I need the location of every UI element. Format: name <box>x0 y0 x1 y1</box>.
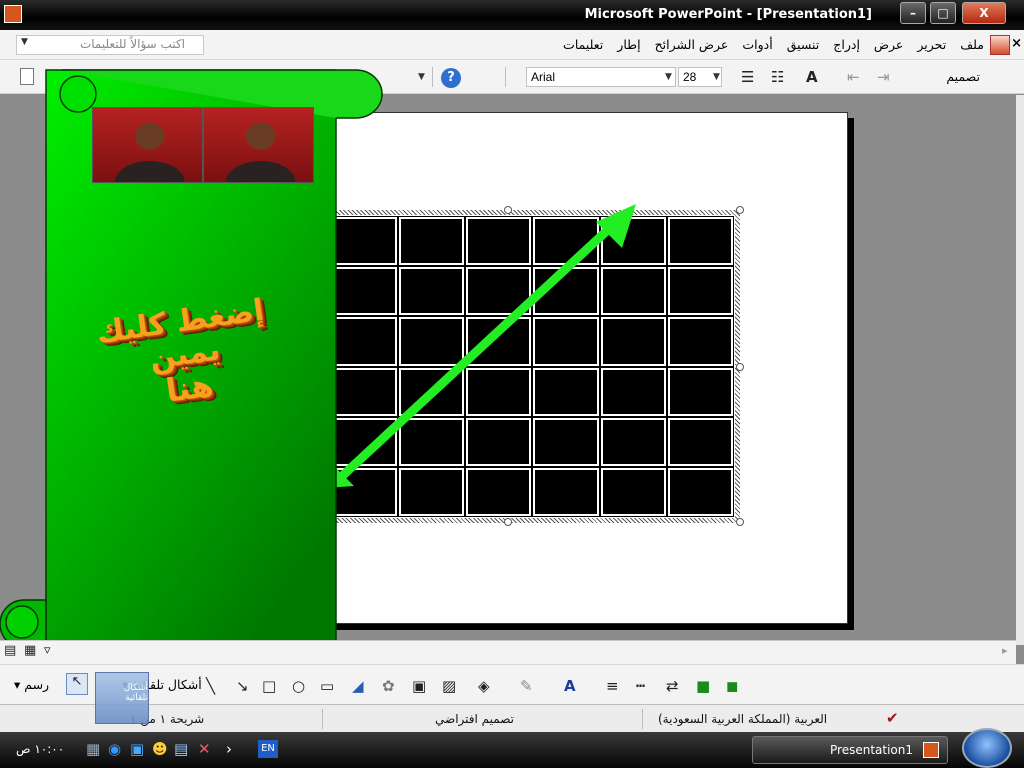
clipart-icon[interactable]: ▣ <box>412 677 426 695</box>
slide-sorter-icon[interactable]: ▦ <box>24 643 36 658</box>
scroll-bottom-curl <box>5 605 39 639</box>
arrow-icon[interactable]: ↘ <box>236 677 249 695</box>
dash-style-icon[interactable]: ┅ <box>636 677 645 695</box>
taskbar: ١٠:٠٠ ص ▦ ◉ ▣ ☻ ▤ ✕ › EN Presentation1 <box>0 732 1024 768</box>
language-indicator[interactable]: EN <box>258 740 278 758</box>
scroll-right-icon[interactable]: ▸ <box>1002 644 1008 657</box>
shadow-icon[interactable]: ■ <box>696 677 710 695</box>
picture-icon[interactable]: ▨ <box>442 677 456 695</box>
line-style-icon[interactable]: ≡ <box>606 677 619 695</box>
status-divider <box>322 709 323 729</box>
spelling-icon[interactable]: ✔ <box>886 709 899 727</box>
design-name: تصميم افتراضي <box>435 712 514 726</box>
powerpoint-icon <box>923 742 939 758</box>
autoshapes-tooltip: أشكال تلقائية <box>95 672 149 724</box>
view-buttons-bar: ▤ ▦ ▿ ▸ <box>0 640 1016 664</box>
tray-messenger-icon[interactable]: ▣ <box>130 740 144 758</box>
select-pointer-icon[interactable]: ↖ <box>66 673 88 695</box>
tray-expand-icon[interactable]: › <box>226 740 232 758</box>
arrow-style-icon[interactable]: ⇄ <box>666 677 679 695</box>
portrait-photo <box>203 107 314 183</box>
draw-menu[interactable]: رسم ▾ <box>14 677 49 692</box>
line-color-icon[interactable]: ✎ <box>520 677 533 695</box>
start-button[interactable] <box>962 728 1012 768</box>
3d-style-icon[interactable]: ◼ <box>726 677 738 695</box>
drawing-toolbar: رسم ▾ ↖ أشكال تلقائية ▾ ╲ ↘ □ ○ ▭ ◢ ✿ ▣ … <box>0 664 1024 704</box>
tray-monitor-icon[interactable]: ▦ <box>86 740 100 758</box>
tray-smiley-icon[interactable]: ☻ <box>152 740 168 758</box>
taskbar-presentation-button[interactable]: Presentation1 <box>752 736 948 764</box>
portrait-photo <box>92 107 203 183</box>
tray-display-icon[interactable]: ▤ <box>174 740 188 758</box>
status-divider <box>642 709 643 729</box>
status-bar: شريحة ١ من ١ تصميم افتراضي العربية (المم… <box>0 704 1024 732</box>
slideshow-view-icon[interactable]: ▿ <box>44 643 51 658</box>
line-icon[interactable]: ╲ <box>206 677 215 695</box>
language-status: العربية (المملكة العربية السعودية) <box>658 712 828 726</box>
textbox-icon[interactable]: ▭ <box>320 677 334 695</box>
wordart-icon[interactable]: ◢ <box>352 677 364 695</box>
normal-view-icon[interactable]: ▤ <box>4 643 16 658</box>
fill-color-icon[interactable]: ◈ <box>478 677 490 695</box>
font-color-icon[interactable]: A <box>564 677 576 695</box>
oval-icon[interactable]: ○ <box>292 677 305 695</box>
green-arrow-head <box>596 204 636 248</box>
scroll-top-curl <box>59 75 97 113</box>
autoshapes-tooltip-text: أشكال تلقائية <box>123 683 148 703</box>
taskbar-presentation-label: Presentation1 <box>830 743 913 757</box>
clock[interactable]: ١٠:٠٠ ص <box>16 742 64 756</box>
draw-label: رسم <box>24 677 50 692</box>
tray-network-icon[interactable]: ◉ <box>108 740 121 758</box>
rectangle-icon[interactable]: □ <box>262 677 276 695</box>
diagram-icon[interactable]: ✿ <box>382 677 395 695</box>
tray-volume-icon[interactable]: ✕ <box>198 740 211 758</box>
